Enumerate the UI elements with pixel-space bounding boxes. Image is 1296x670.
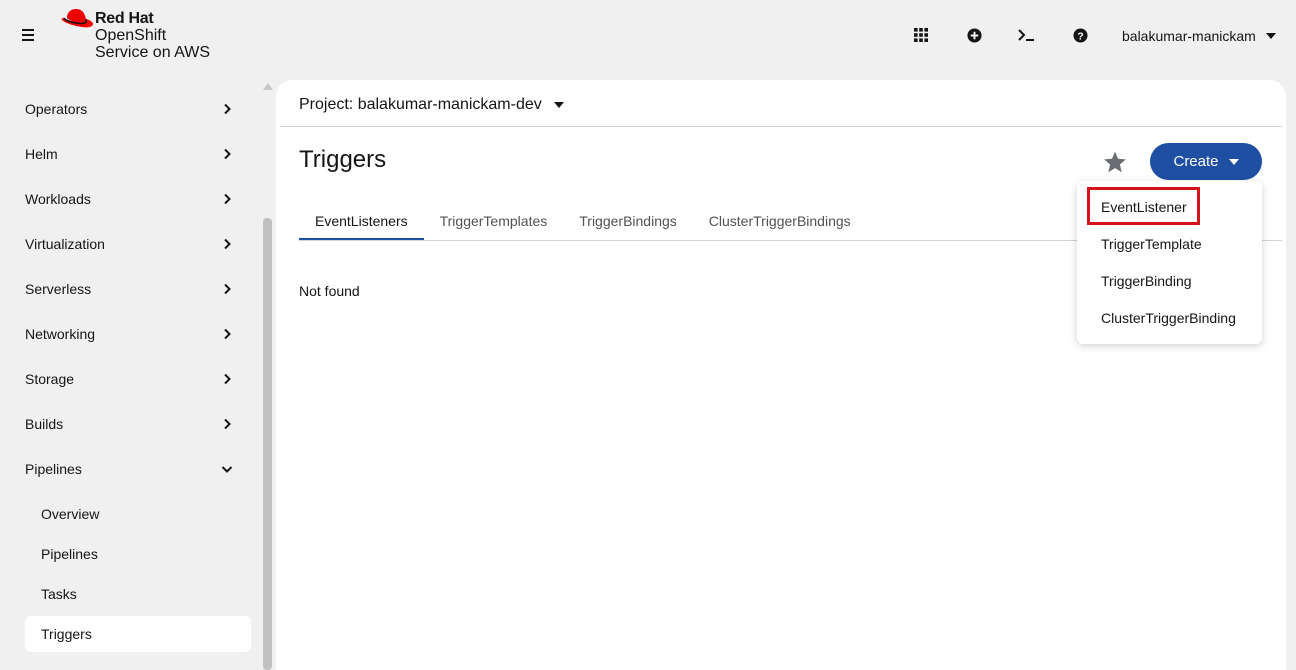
sidebar-subitem-label: Overview [41,506,100,522]
caret-down-icon [553,102,564,108]
create-button[interactable]: Create [1150,143,1262,180]
sidebar-subitem-label: Tasks [41,586,77,602]
menu-item-label: ClusterTriggerBinding [1101,309,1236,326]
create-button-label: Create [1173,153,1219,170]
menu-item-triggertemplate[interactable]: TriggerTemplate [1077,225,1262,262]
apps-grid-icon[interactable] [911,25,931,45]
chevron-right-icon [224,238,231,250]
sidebar-nav: Operators Helm Workloads Virtualization … [0,80,262,670]
masthead: Red Hat OpenShift Service on AWS ? balak… [0,0,1296,70]
sidebar-item-networking[interactable]: Networking [25,319,245,349]
chevron-right-icon [224,148,231,160]
sidebar-subitem-triggers[interactable]: Triggers [25,616,251,652]
menu-item-label: TriggerTemplate [1101,235,1202,252]
brand-name: Red Hat [95,10,154,27]
sidebar-item-label: Workloads [25,191,91,207]
create-dropdown-menu: EventListener TriggerTemplate TriggerBin… [1077,181,1262,344]
sidebar-item-operators[interactable]: Operators [25,94,245,124]
menu-item-label: EventListener [1101,198,1187,215]
tab-triggerbindings[interactable]: TriggerBindings [563,200,693,241]
brand-logo[interactable]: Red Hat OpenShift Service on AWS [60,8,230,64]
hamburger-menu-icon[interactable] [18,26,38,44]
chevron-right-icon [224,283,231,295]
chevron-down-icon [221,466,233,473]
sidebar-item-virtualization[interactable]: Virtualization [25,229,245,259]
tab-clustertriggerbindings[interactable]: ClusterTriggerBindings [693,200,867,241]
main-content: Project: balakumar-manickam-dev Triggers… [276,80,1286,670]
chevron-right-icon [224,373,231,385]
sidebar-item-label: Serverless [25,281,92,297]
menu-item-label: TriggerBinding [1101,272,1192,289]
sidebar-item-workloads[interactable]: Workloads [25,184,245,214]
tab-label: TriggerTemplates [439,212,548,229]
terminal-icon[interactable] [1017,25,1037,45]
tab-label: ClusterTriggerBindings [708,212,851,229]
scroll-up-icon[interactable] [263,83,273,90]
username: balakumar-manickam [1122,28,1256,44]
sidebar-item-pipelines[interactable]: Pipelines [25,454,245,484]
add-circle-icon[interactable] [964,25,984,45]
tab-label: EventListeners [315,212,408,229]
sidebar-subitem-label: Triggers [41,626,92,642]
sidebar-item-label: Builds [25,416,64,432]
chevron-right-icon [224,193,231,205]
menu-item-triggerbinding[interactable]: TriggerBinding [1077,262,1262,299]
sidebar-scrollbar[interactable] [262,82,273,670]
caret-down-icon [1265,33,1276,39]
project-label: Project: balakumar-manickam-dev [299,96,542,113]
product-variant: Service on AWS [95,44,211,61]
user-menu-toggle[interactable]: balakumar-manickam [1122,26,1276,46]
sidebar-item-label: Pipelines [25,461,82,477]
product-name: OpenShift [95,27,167,44]
tab-list: EventListeners TriggerTemplates TriggerB… [299,200,867,241]
sidebar-item-builds[interactable]: Builds [25,409,245,439]
sidebar-subitem-overview[interactable]: Overview [25,496,251,532]
sidebar-item-storage[interactable]: Storage [25,364,245,394]
svg-text:?: ? [1077,31,1083,42]
sidebar-item-label: Virtualization [25,236,105,252]
sidebar-item-label: Networking [25,326,96,342]
page-title: Triggers [299,146,387,173]
chevron-right-icon [224,418,231,430]
sidebar-item-helm[interactable]: Helm [25,139,245,169]
red-hat-logo-icon [61,9,93,28]
sidebar-item-label: Storage [25,371,75,387]
chevron-right-icon [224,328,231,340]
tab-label: TriggerBindings [579,212,677,229]
chevron-right-icon [224,103,231,115]
project-selector[interactable]: Project: balakumar-manickam-dev [299,95,564,115]
sidebar-item-label: Helm [25,146,58,162]
empty-state-message: Not found [299,283,360,299]
scrollbar-thumb[interactable] [263,218,272,670]
menu-item-eventlistener[interactable]: EventListener [1077,188,1262,225]
caret-down-icon [1228,158,1239,165]
divider [280,126,1282,127]
sidebar-subitem-label: Pipelines [41,546,98,562]
sidebar-subitem-pipelines[interactable]: Pipelines [25,536,251,572]
sidebar-subitem-tasks[interactable]: Tasks [25,576,251,612]
help-icon[interactable]: ? [1070,25,1090,45]
menu-item-clustertriggerbinding[interactable]: ClusterTriggerBinding [1077,299,1262,336]
sidebar-item-label: Operators [25,101,88,117]
sidebar-item-serverless[interactable]: Serverless [25,274,245,304]
tab-triggertemplates[interactable]: TriggerTemplates [424,200,564,241]
favorite-star-icon[interactable] [1102,150,1128,174]
tab-eventlisteners[interactable]: EventListeners [299,200,424,241]
